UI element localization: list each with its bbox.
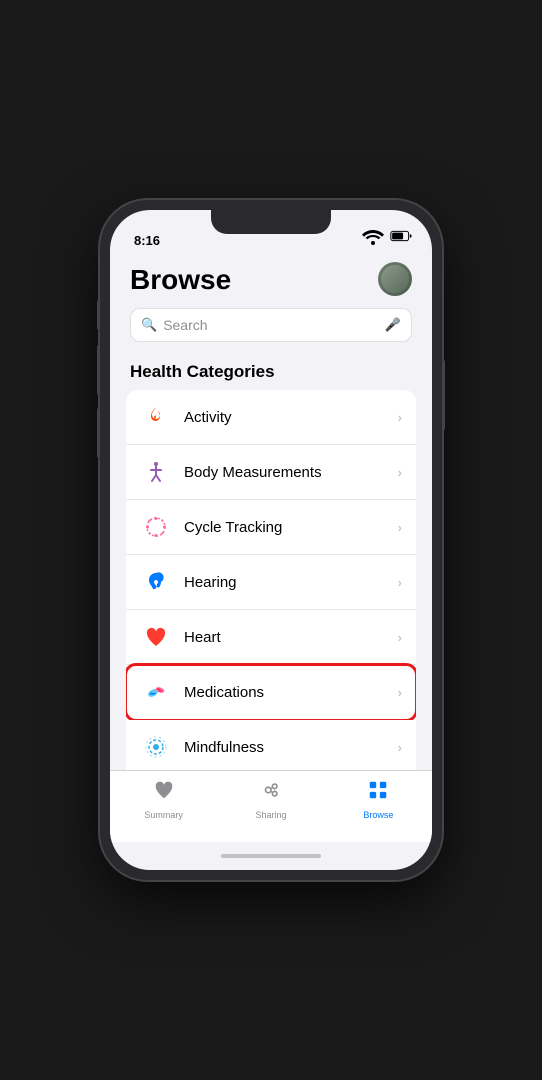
page-title: Browse [130, 264, 231, 296]
flame-icon [144, 405, 168, 429]
medications-chevron: › [398, 685, 402, 700]
cycle-icon [144, 515, 168, 539]
status-icons [361, 224, 412, 248]
home-bar [221, 854, 321, 858]
status-time: 8:16 [130, 233, 160, 248]
main-scroll[interactable]: Browse 🔍 Search 🎤 Health Categories [110, 254, 432, 770]
search-icon: 🔍 [141, 317, 157, 333]
categories-list: Activity › Body Measurements [126, 390, 416, 770]
power-button [442, 360, 445, 430]
heart-icon-container [140, 621, 172, 653]
browse-icon [367, 779, 389, 807]
list-item-body-measurements[interactable]: Body Measurements › [126, 445, 416, 500]
ear-icon [144, 570, 168, 594]
volume-down-button [97, 408, 100, 458]
home-indicator [110, 842, 432, 870]
activity-label: Activity [184, 409, 398, 426]
medications-label: Medications [184, 684, 398, 701]
volume-silent-button [97, 300, 100, 330]
search-container: 🔍 Search 🎤 [110, 308, 432, 358]
list-item-mindfulness[interactable]: Mindfulness › [126, 720, 416, 770]
mindfulness-label: Mindfulness [184, 739, 398, 756]
hearing-icon-container [140, 566, 172, 598]
list-item-heart[interactable]: Heart › [126, 610, 416, 665]
tab-browse[interactable]: Browse [325, 779, 432, 820]
search-placeholder: Search [163, 317, 379, 333]
phone-screen: 8:16 Browse [110, 210, 432, 870]
browse-tab-label: Browse [363, 810, 393, 820]
summary-tab-label: Summary [144, 810, 183, 820]
activity-icon-container [140, 401, 172, 433]
notch [211, 210, 331, 234]
pills-icon [144, 680, 168, 704]
list-item-medications[interactable]: Medications › [126, 665, 416, 720]
body-chevron: › [398, 465, 402, 480]
mindfulness-icon [144, 735, 168, 759]
search-bar[interactable]: 🔍 Search 🎤 [130, 308, 412, 342]
tab-sharing[interactable]: Sharing [217, 779, 324, 820]
cycle-chevron: › [398, 520, 402, 535]
body-measurements-label: Body Measurements [184, 464, 398, 481]
activity-chevron: › [398, 410, 402, 425]
hearing-label: Hearing [184, 574, 398, 591]
summary-icon [153, 779, 175, 807]
cycle-tracking-label: Cycle Tracking [184, 519, 398, 536]
profile-avatar[interactable] [378, 262, 412, 296]
avatar-image [381, 265, 409, 293]
tab-bar: Summary Sharing [110, 770, 432, 842]
phone-frame: 8:16 Browse [100, 200, 442, 880]
mindfulness-icon-container [140, 731, 172, 763]
microphone-icon[interactable]: 🎤 [385, 317, 401, 333]
page-header: Browse [110, 254, 432, 308]
heart-chevron: › [398, 630, 402, 645]
list-item-hearing[interactable]: Hearing › [126, 555, 416, 610]
list-item-activity[interactable]: Activity › [126, 390, 416, 445]
heart-icon [144, 625, 168, 649]
list-item-cycle-tracking[interactable]: Cycle Tracking › [126, 500, 416, 555]
tab-summary[interactable]: Summary [110, 779, 217, 820]
sharing-tab-label: Sharing [255, 810, 286, 820]
medications-icon-container [140, 676, 172, 708]
cycle-icon-container [140, 511, 172, 543]
volume-up-button [97, 345, 100, 395]
sharing-icon [260, 779, 282, 807]
heart-label: Heart [184, 629, 398, 646]
wifi-icon [361, 224, 385, 248]
battery-icon [390, 230, 412, 242]
section-header: Health Categories [110, 358, 432, 390]
body-icon-container [140, 456, 172, 488]
hearing-chevron: › [398, 575, 402, 590]
body-icon [144, 460, 168, 484]
mindfulness-chevron: › [398, 740, 402, 755]
